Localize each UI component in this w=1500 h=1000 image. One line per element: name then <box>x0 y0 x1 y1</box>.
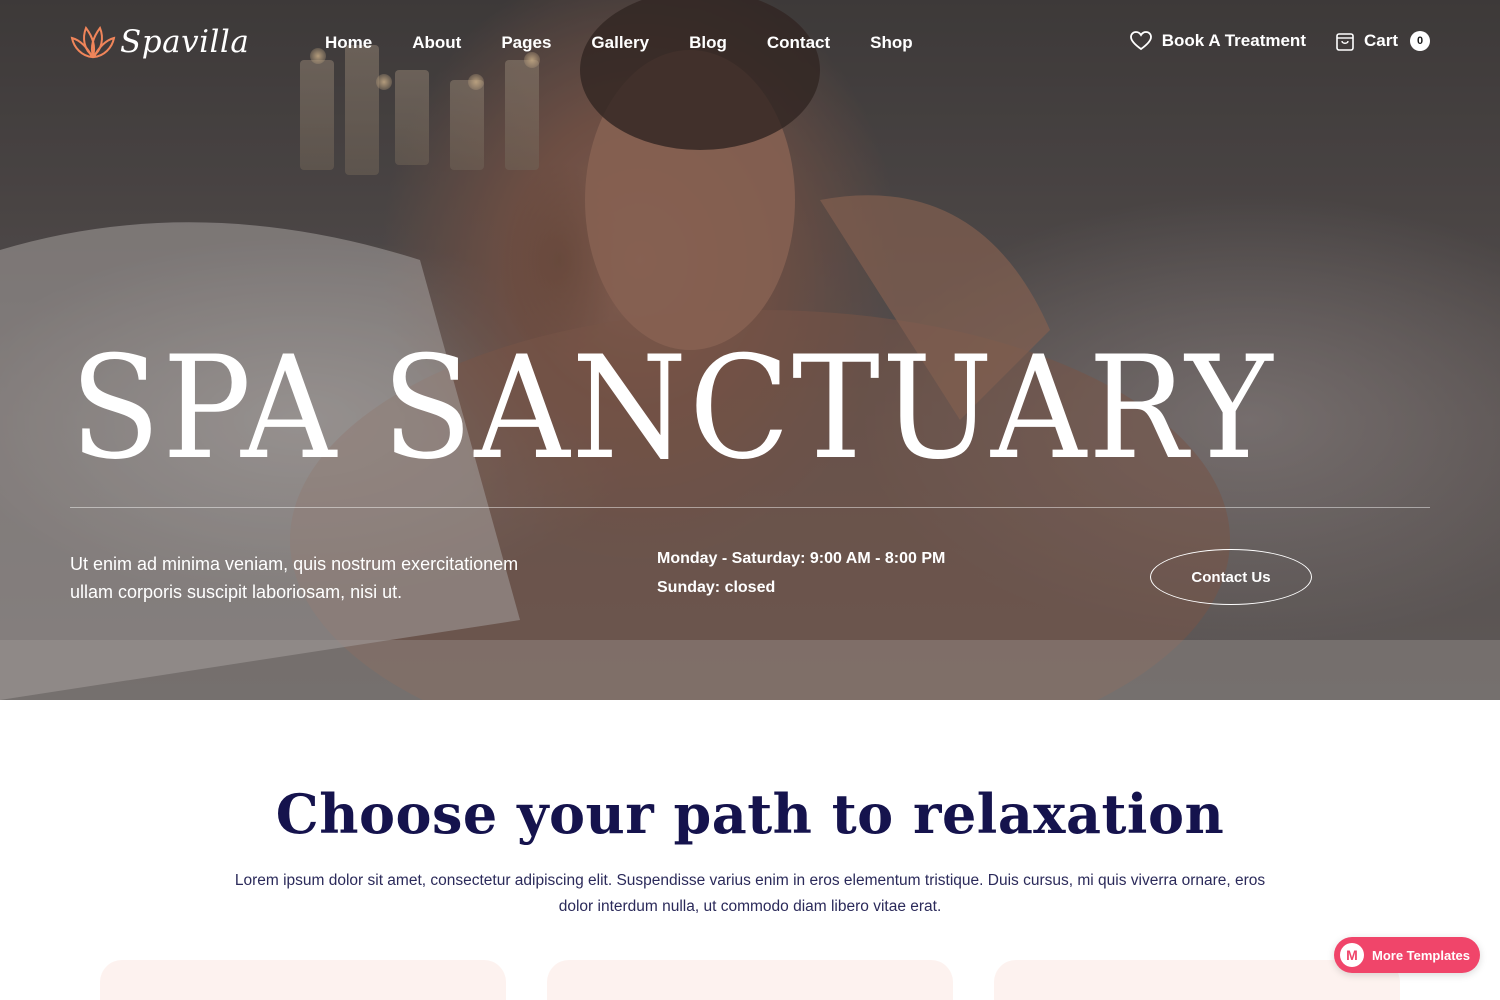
more-templates-label: More Templates <box>1372 947 1471 963</box>
bag-icon <box>1336 33 1354 51</box>
hours-sunday: Sunday: closed <box>657 579 776 596</box>
book-treatment-label: Book A Treatment <box>1161 31 1306 50</box>
nav-item-blog[interactable]: Blog <box>689 33 727 53</box>
section-title: Choose your path to relaxation <box>275 782 1225 846</box>
m-logo-icon: M <box>1340 943 1364 967</box>
main-menu: Home About Pages Gallery Blog Contact Sh… <box>325 33 953 53</box>
contact-us-button[interactable]: Contact Us <box>1150 549 1312 605</box>
nav-item-pages[interactable]: Pages <box>501 33 551 53</box>
section-description: Lorem ipsum dolor sit amet, consectetur … <box>234 872 1266 915</box>
hero-divider <box>70 507 1430 508</box>
cart-count-badge: 0 <box>1410 31 1430 51</box>
nav-item-contact[interactable]: Contact <box>767 33 830 53</box>
opening-hours: Monday - Saturday: 9:00 AM - 8:00 PM Sun… <box>657 550 945 608</box>
cart-label: Cart <box>1363 31 1398 50</box>
hero-description: Ut enim ad minima veniam, quis nostrum e… <box>70 554 519 602</box>
nav-actions: Book A Treatment Cart 0 <box>1129 31 1430 51</box>
cart-link[interactable]: Cart 0 <box>1336 31 1430 51</box>
brand-name: Spavilla <box>120 24 250 60</box>
hero-title: SPA SANCTUARY <box>70 326 1275 491</box>
heart-icon <box>1129 31 1152 51</box>
nav-item-shop[interactable]: Shop <box>870 33 913 53</box>
brand-logo[interactable]: Spavilla <box>70 22 249 62</box>
top-navigation: Spavilla Home About Pages Gallery Blog C… <box>0 0 1500 88</box>
lotus-icon <box>70 25 116 59</box>
nav-item-home[interactable]: Home <box>325 33 372 53</box>
book-treatment-link[interactable]: Book A Treatment <box>1129 31 1306 51</box>
nav-item-about[interactable]: About <box>412 33 461 53</box>
more-templates-button[interactable]: M More Templates <box>1334 937 1480 973</box>
nav-item-gallery[interactable]: Gallery <box>591 33 649 53</box>
hours-weekdays: Monday - Saturday: 9:00 AM - 8:00 PM <box>657 550 946 567</box>
service-card[interactable] <box>547 960 953 1000</box>
service-card[interactable] <box>100 960 506 1000</box>
